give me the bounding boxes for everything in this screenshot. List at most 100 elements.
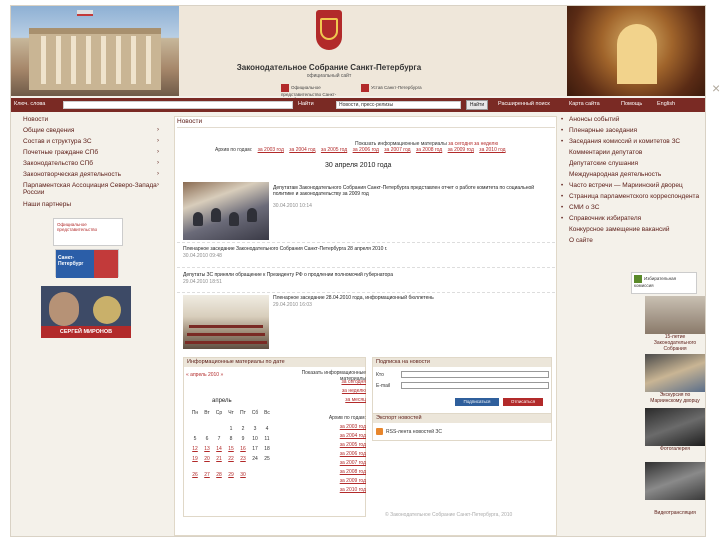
news-item-text[interactable]: Депутатам Законодательного Собрания Санк… <box>273 185 543 197</box>
calendar-day[interactable]: 22 <box>225 456 237 466</box>
sitemap-link[interactable]: Карта сайта <box>569 101 600 107</box>
anniversary-thumb[interactable] <box>645 296 705 334</box>
video-thumb[interactable] <box>645 462 705 500</box>
header-link-charter[interactable]: Устав Санкт-Петербурга <box>361 84 431 92</box>
search-go-button[interactable]: Найти <box>466 100 488 110</box>
left-menu-item-legislation[interactable]: Законодательство СПб › <box>11 160 171 171</box>
info-link[interactable]: за 2009 год <box>284 478 366 487</box>
calendar-day[interactable]: 10 <box>249 436 261 446</box>
calendar-day[interactable]: 4 <box>261 426 273 436</box>
rss-link[interactable]: RSS-лента новостей ЗС <box>386 429 442 435</box>
calendar-day[interactable]: 7 <box>213 436 225 446</box>
left-menu-item-news[interactable]: Новости <box>11 116 171 127</box>
calendar-day[interactable]: 30 <box>237 472 249 482</box>
calendar-day[interactable]: 18 <box>261 446 273 456</box>
find-link[interactable]: Найти <box>298 101 314 107</box>
mironov-banner[interactable]: СЕРГЕЙ МИРОНОВ <box>41 286 131 338</box>
calendar-day[interactable]: 24 <box>249 456 261 466</box>
calendar-day[interactable]: 15 <box>225 446 237 456</box>
right-menu-item[interactable]: Конкурсное замещение вакансий <box>561 226 705 234</box>
english-link[interactable]: English <box>657 101 675 107</box>
calendar-day[interactable]: 23 <box>237 456 249 466</box>
info-link[interactable]: за неделю <box>284 388 366 397</box>
calendar-day[interactable]: 17 <box>249 446 261 456</box>
right-menu-item[interactable]: • Справочник избирателя <box>561 215 705 223</box>
photo-gallery-thumb[interactable] <box>645 408 705 446</box>
calendar-day[interactable]: 5 <box>189 436 201 446</box>
right-menu-item[interactable]: • Заседания комиссий и комитетов ЗС <box>561 138 705 146</box>
left-menu-item-structure[interactable]: Состав и структура ЗС › <box>11 138 171 149</box>
news-item-text[interactable]: Пленарное заседание 28.04.2010 года, инф… <box>273 295 543 301</box>
info-link[interactable]: за 2004 год <box>284 433 366 442</box>
who-field[interactable] <box>401 371 549 378</box>
representation-banner[interactable]: Официальное представительство <box>53 218 123 246</box>
calendar-day[interactable]: 28 <box>213 472 225 482</box>
archive-link[interactable]: за 2004 год <box>289 147 315 153</box>
calendar-day[interactable]: 2 <box>237 426 249 436</box>
info-link[interactable]: за 2010 год <box>284 487 366 496</box>
archive-link[interactable]: за 2008 год <box>416 147 442 153</box>
archive-link[interactable]: за 2006 год <box>353 147 379 153</box>
archive-link[interactable]: за 2007 год <box>384 147 410 153</box>
right-menu-item[interactable]: • Анонсы событий <box>561 116 705 124</box>
info-link[interactable]: за 2006 год <box>284 451 366 460</box>
calendar-day[interactable]: 13 <box>201 446 213 456</box>
calendar-day[interactable]: 12 <box>189 446 201 456</box>
left-menu-item-citizens[interactable]: Почетные граждане СПб › <box>11 149 171 160</box>
subscribe-button[interactable]: Подписаться <box>455 398 499 406</box>
news-photo-plenary[interactable] <box>183 295 269 349</box>
info-link[interactable]: за месяц <box>284 397 366 406</box>
right-menu-item[interactable]: Международная деятельность <box>561 171 705 179</box>
calendar-day[interactable]: 14 <box>213 446 225 456</box>
tour-thumb[interactable] <box>645 354 705 392</box>
archive-link[interactable]: за 2010 год <box>479 147 505 153</box>
search-scope-select[interactable]: Новости, пресс-релизы <box>336 101 461 109</box>
calendar-day[interactable]: 29 <box>225 472 237 482</box>
left-menu-item-general[interactable]: Общие сведения › <box>11 127 171 138</box>
export-title: Экспорт новостей <box>373 414 551 423</box>
email-field[interactable] <box>401 382 549 389</box>
city-flag-banner[interactable]: Санкт-Петербург <box>55 249 119 278</box>
calendar-day[interactable]: 25 <box>261 456 273 466</box>
search-input[interactable] <box>63 101 293 109</box>
archive-link[interactable]: за 2003 год <box>258 147 284 153</box>
archive-link[interactable]: за 2009 год <box>448 147 474 153</box>
left-menu-item-association[interactable]: Парламентская Ассоциация Северо-Запада Р… <box>11 182 161 201</box>
right-menu-item[interactable]: • Страница парламентского корреспондента <box>561 193 705 201</box>
calendar-nav[interactable]: « апрель 2010 » <box>186 372 223 378</box>
help-link[interactable]: Помощь <box>621 101 642 107</box>
left-menu-item-lawmaking[interactable]: Законотворческая деятельность › <box>11 171 171 182</box>
calendar-day[interactable]: 16 <box>237 446 249 456</box>
calendar-day[interactable]: 20 <box>201 456 213 466</box>
election-commission-widget[interactable]: Избирательная комиссия <box>631 272 697 294</box>
info-link[interactable]: за 2008 год <box>284 469 366 478</box>
news-photo-meeting[interactable] <box>183 182 269 240</box>
calendar-day[interactable]: 8 <box>225 436 237 446</box>
info-link[interactable]: за 2003 год <box>284 424 366 433</box>
news-item-text[interactable]: Депутаты ЗС приняли обращение к Президен… <box>183 272 553 278</box>
left-menu-item-partners[interactable]: Наши партнеры <box>11 201 171 212</box>
info-link[interactable]: за сегодня <box>284 379 366 388</box>
right-menu-item[interactable]: О сайте <box>561 237 705 245</box>
right-menu-item[interactable]: Депутатские слушания <box>561 160 705 168</box>
calendar-day[interactable]: 9 <box>237 436 249 446</box>
advanced-search-link[interactable]: Расширенный поиск <box>498 101 550 107</box>
info-link[interactable]: за 2007 год <box>284 460 366 469</box>
archive-link[interactable]: за 2005 год <box>321 147 347 153</box>
calendar-day[interactable]: 6 <box>201 436 213 446</box>
calendar-day[interactable]: 19 <box>189 456 201 466</box>
calendar-day[interactable]: 3 <box>249 426 261 436</box>
info-link[interactable]: за 2005 год <box>284 442 366 451</box>
calendar-day[interactable]: 27 <box>201 472 213 482</box>
calendar-day[interactable]: 21 <box>213 456 225 466</box>
calendar-day[interactable]: 11 <box>261 436 273 446</box>
news-item-text[interactable]: Пленарное заседание Законодательного Соб… <box>183 246 553 252</box>
calendar-day[interactable]: 26 <box>189 472 201 482</box>
right-menu-item[interactable]: • Пленарные заседания <box>561 127 705 135</box>
unsubscribe-button[interactable]: Отписаться <box>503 398 543 406</box>
right-menu-item[interactable]: Комментарии депутатов <box>561 149 705 157</box>
calendar-day[interactable]: 1 <box>225 426 237 436</box>
export-box: Экспорт новостей RSS-лента новостей ЗС <box>372 413 552 441</box>
right-menu-item[interactable]: • СМИ о ЗС <box>561 204 705 212</box>
right-menu-item[interactable]: • Часто встречи — Мариинский дворец <box>561 182 705 190</box>
